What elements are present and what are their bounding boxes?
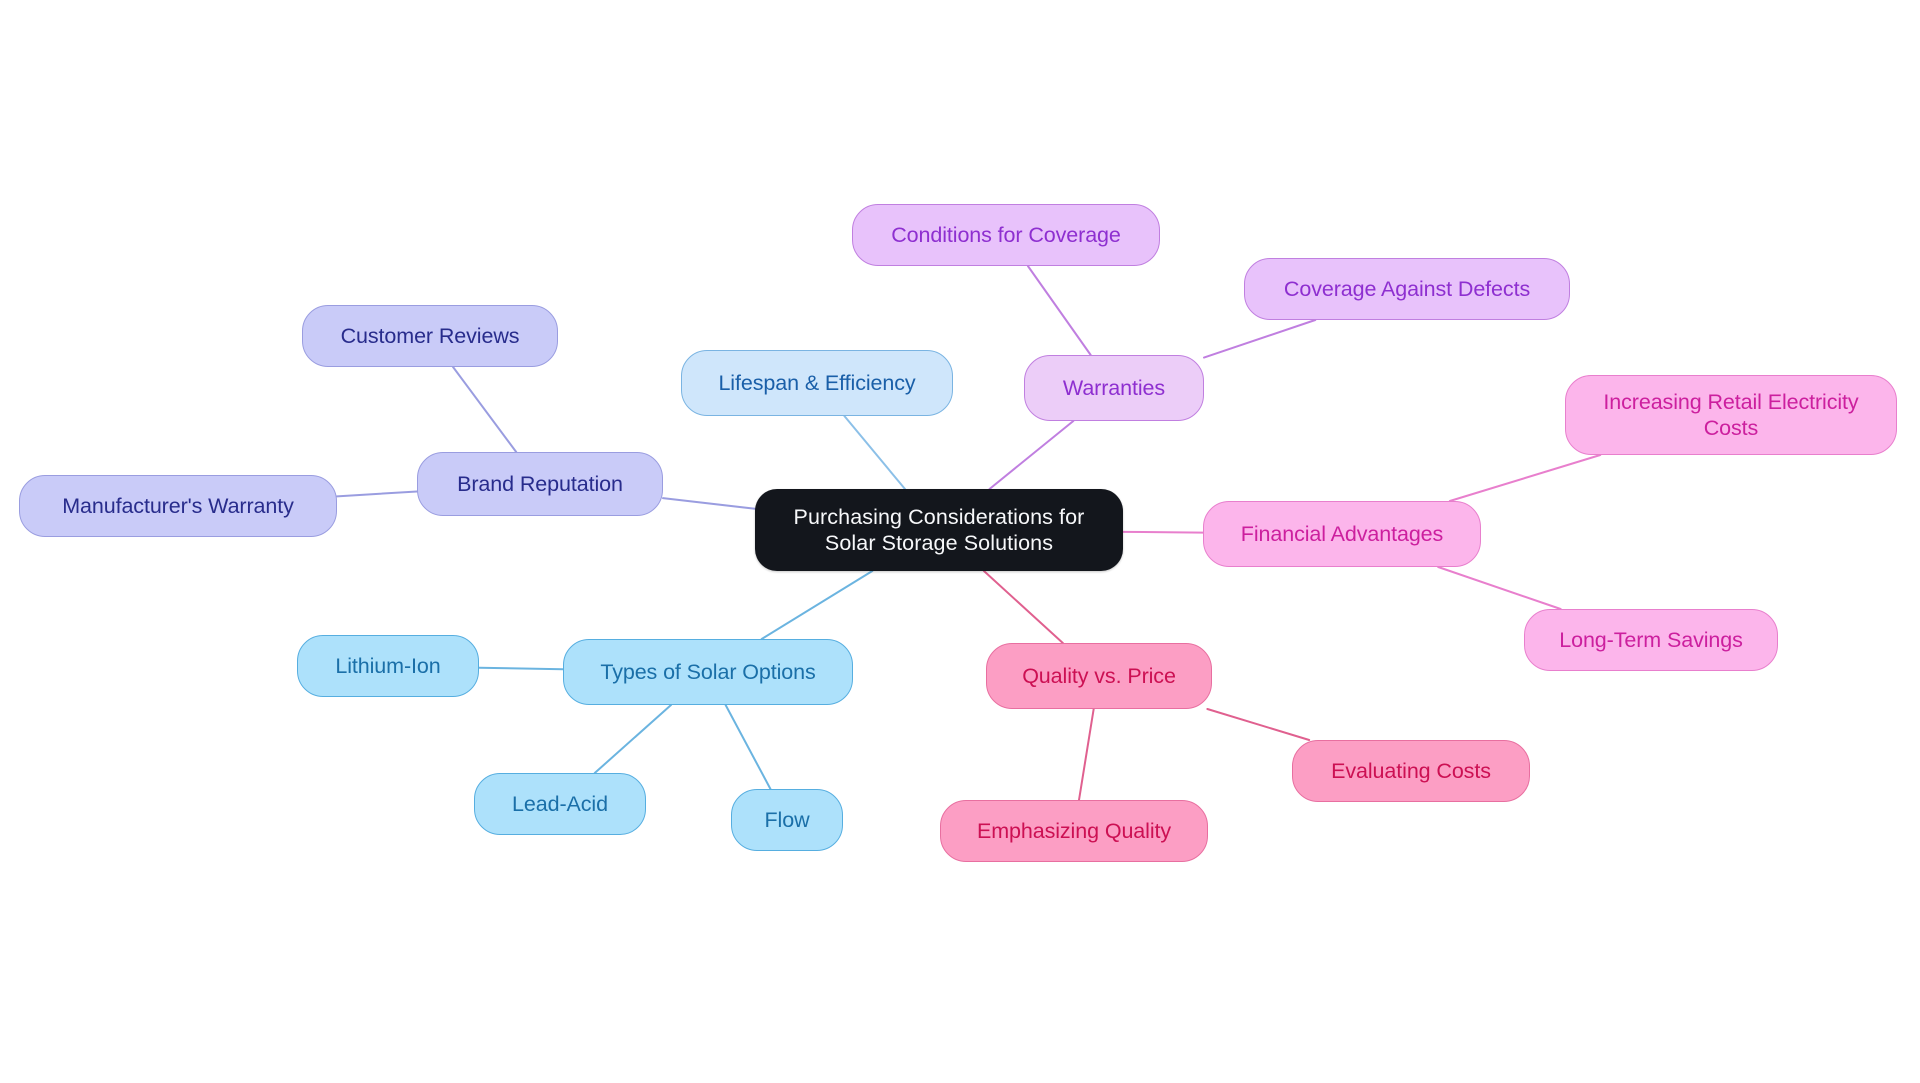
mindmap-node-label: Long-Term Savings [1559, 627, 1743, 652]
mindmap-node-types-of-solar-options[interactable]: Types of Solar Options [563, 639, 853, 705]
mindmap-edge-warranties-to-coverage-against-defects [1203, 319, 1317, 359]
mindmap-node-label: Quality vs. Price [1022, 663, 1176, 688]
mindmap-edge-types-of-solar-options-to-flow [724, 704, 772, 790]
mindmap-node-manufacturers-warranty[interactable]: Manufacturer's Warranty [19, 475, 337, 537]
mindmap-node-increasing-retail-electricity-costs[interactable]: Increasing Retail Electricity Costs [1565, 375, 1897, 455]
mindmap-node-long-term-savings[interactable]: Long-Term Savings [1524, 609, 1778, 671]
mindmap-node-flow[interactable]: Flow [731, 789, 843, 851]
mindmap-edge-root-to-quality-vs-price [982, 570, 1064, 644]
mindmap-node-emphasizing-quality[interactable]: Emphasizing Quality [940, 800, 1208, 862]
mindmap-node-warranties[interactable]: Warranties [1024, 355, 1204, 421]
mindmap-node-root[interactable]: Purchasing Considerations for Solar Stor… [755, 489, 1123, 571]
mindmap-node-label: Purchasing Considerations for Solar Stor… [793, 504, 1085, 555]
mindmap-node-label: Financial Advantages [1240, 521, 1444, 546]
mindmap-node-label: Lithium-Ion [335, 653, 441, 678]
mindmap-node-label: Conditions for Coverage [891, 222, 1121, 247]
mindmap-edge-root-to-types-of-solar-options [760, 570, 874, 640]
mindmap-edge-warranties-to-conditions-for-coverage [1026, 265, 1092, 356]
mindmap-edge-root-to-brand-reputation [662, 497, 756, 510]
mindmap-node-label: Warranties [1062, 375, 1166, 400]
mindmap-edge-brand-reputation-to-customer-reviews [452, 366, 518, 453]
mindmap-edge-financial-advantages-to-increasing-retail-electricity-costs [1448, 454, 1602, 502]
mindmap-node-lithium-ion[interactable]: Lithium-Ion [297, 635, 479, 697]
mindmap-node-label: Customer Reviews [340, 323, 520, 348]
mindmap-node-financial-advantages[interactable]: Financial Advantages [1203, 501, 1481, 567]
mindmap-node-conditions-for-coverage[interactable]: Conditions for Coverage [852, 204, 1160, 266]
mindmap-node-coverage-against-defects[interactable]: Coverage Against Defects [1244, 258, 1570, 320]
mindmap-node-label: Increasing Retail Electricity Costs [1603, 389, 1859, 440]
mindmap-node-label: Manufacturer's Warranty [62, 493, 294, 518]
mindmap-edge-brand-reputation-to-manufacturers-warranty [336, 490, 418, 498]
mindmap-edge-types-of-solar-options-to-lithium-ion [478, 666, 564, 671]
mindmap-edge-quality-vs-price-to-emphasizing-quality [1078, 708, 1095, 801]
mindmap-node-quality-vs-price[interactable]: Quality vs. Price [986, 643, 1212, 709]
mindmap-node-lead-acid[interactable]: Lead-Acid [474, 773, 646, 835]
mindmap-edge-quality-vs-price-to-evaluating-costs [1206, 708, 1311, 741]
mindmap-node-label: Flow [764, 807, 810, 832]
mindmap-node-lifespan-and-efficiency[interactable]: Lifespan & Efficiency [681, 350, 953, 416]
mindmap-node-label: Lead-Acid [512, 791, 608, 816]
mindmap-node-label: Emphasizing Quality [976, 818, 1172, 843]
mindmap-edge-root-to-financial-advantages [1122, 530, 1204, 534]
mindmap-node-brand-reputation[interactable]: Brand Reputation [417, 452, 663, 516]
mindmap-node-label: Types of Solar Options [600, 659, 816, 684]
mindmap-node-label: Brand Reputation [457, 471, 623, 496]
mindmap-edge-root-to-warranties [988, 420, 1075, 490]
mindmap-node-label: Evaluating Costs [1331, 758, 1491, 783]
mindmap-node-label: Lifespan & Efficiency [718, 370, 916, 395]
mindmap-node-label: Coverage Against Defects [1283, 276, 1531, 301]
mindmap-canvas: Purchasing Considerations for Solar Stor… [0, 0, 1920, 1083]
mindmap-edge-root-to-lifespan-and-efficiency [843, 415, 906, 490]
mindmap-node-customer-reviews[interactable]: Customer Reviews [302, 305, 558, 367]
mindmap-edge-types-of-solar-options-to-lead-acid [593, 704, 672, 774]
mindmap-edge-financial-advantages-to-long-term-savings [1437, 566, 1562, 610]
mindmap-node-evaluating-costs[interactable]: Evaluating Costs [1292, 740, 1530, 802]
